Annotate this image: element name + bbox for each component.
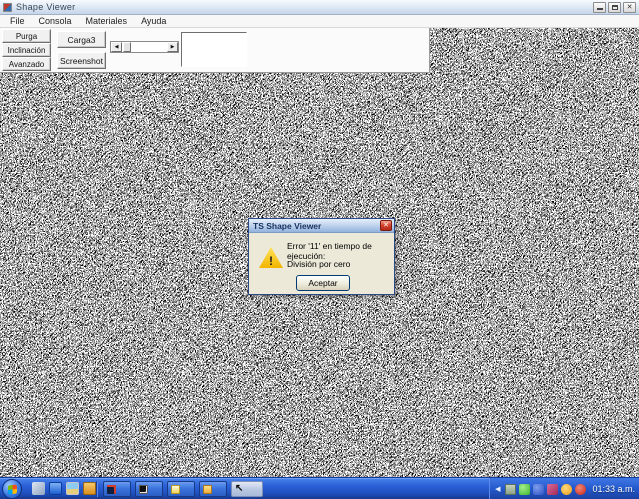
tray-chevron-icon[interactable]: ◀ [495,485,500,493]
tray-icon-3[interactable] [533,484,544,495]
inclinacion-button[interactable]: Inclinación [2,43,51,57]
preview-picture-box [181,32,247,67]
tray-icon-2[interactable] [519,484,530,495]
window-controls: ✕ [593,2,636,13]
restore-button[interactable] [608,2,621,13]
taskbar-separator [96,481,97,497]
dialog-close-icon: ✕ [383,222,389,229]
menu-file[interactable]: File [3,16,32,26]
task-button-1[interactable] [103,481,131,497]
screenshot-button[interactable]: Screenshot [57,52,106,69]
tray-icon-4[interactable] [547,484,558,495]
minimize-button[interactable] [593,2,606,13]
task-app-4-icon [203,485,212,494]
task-button-shape-viewer-active[interactable]: ↖ [231,481,263,497]
quicklaunch-media-player-icon[interactable] [49,482,62,495]
scrollbar-thumb[interactable] [123,42,131,52]
minimize-icon [597,5,603,10]
error-message-line1: Error '11' en tiempo de ejecución: [287,241,394,261]
close-icon: ✕ [627,4,633,11]
menu-consola[interactable]: Consola [32,16,79,26]
scrollbar-track[interactable] [122,42,167,52]
task-button-4[interactable] [199,481,227,497]
close-button[interactable]: ✕ [623,2,636,13]
taskbar-clock: 01:33 a.m. [592,484,635,494]
quicklaunch-pictures-icon[interactable] [66,482,79,495]
tray-icon-5[interactable] [561,484,572,495]
avanzado-button[interactable]: Avanzado [2,57,51,71]
menu-materiales[interactable]: Materiales [79,16,135,26]
error-message-line2: División por cero [287,259,350,269]
warning-triangle-icon: ! [259,247,283,268]
tray-icon-1[interactable] [505,484,516,495]
dialog-body: ! Error '11' en tiempo de ejecución: Div… [249,233,394,295]
warning-exclamation: ! [269,255,273,268]
desktop-screen: Shape Viewer ✕ File Consola Materiales A… [0,0,639,499]
purga-button[interactable]: Purga [2,29,51,43]
start-button[interactable] [2,479,22,499]
dialog-close-button[interactable]: ✕ [380,220,392,231]
horizontal-scrollbar[interactable]: ◀ ▶ [110,41,179,53]
menubar: File Consola Materiales Ayuda [0,15,639,28]
toolbar-panel: Purga Inclinación Avanzado Carga3 Screen… [0,28,430,73]
quick-launch-bar [32,482,96,495]
restore-icon [612,5,618,10]
menu-ayuda[interactable]: Ayuda [134,16,173,26]
dialog-titlebar[interactable]: TS Shape Viewer ✕ [249,219,394,233]
task-app-2-icon [139,485,148,494]
scroll-right-arrow-icon[interactable]: ▶ [167,42,178,52]
quicklaunch-show-desktop-icon[interactable] [32,482,45,495]
error-dialog: TS Shape Viewer ✕ ! Error '11' en tiempo… [248,218,395,295]
scroll-left-arrow-icon[interactable]: ◀ [111,42,122,52]
task-button-2[interactable] [135,481,163,497]
window-titlebar[interactable]: Shape Viewer ✕ [0,0,639,15]
task-button-3[interactable] [167,481,195,497]
carga3-button[interactable]: Carga3 [57,31,106,48]
aceptar-button[interactable]: Aceptar [296,275,350,291]
system-tray: ◀ 01:33 a.m. [489,478,639,499]
tray-icon-6[interactable] [575,484,586,495]
task-app-3-icon [171,485,180,494]
quicklaunch-folder-icon[interactable] [83,482,96,495]
task-app-1-icon [107,485,116,494]
taskbar: ↖ ◀ 01:33 a.m. [0,477,639,499]
window-title: Shape Viewer [16,2,75,12]
cursor-arrow-icon: ↖ [235,484,243,494]
app-icon [3,3,12,12]
dialog-title: TS Shape Viewer [253,221,321,231]
windows-logo-icon [8,484,17,494]
